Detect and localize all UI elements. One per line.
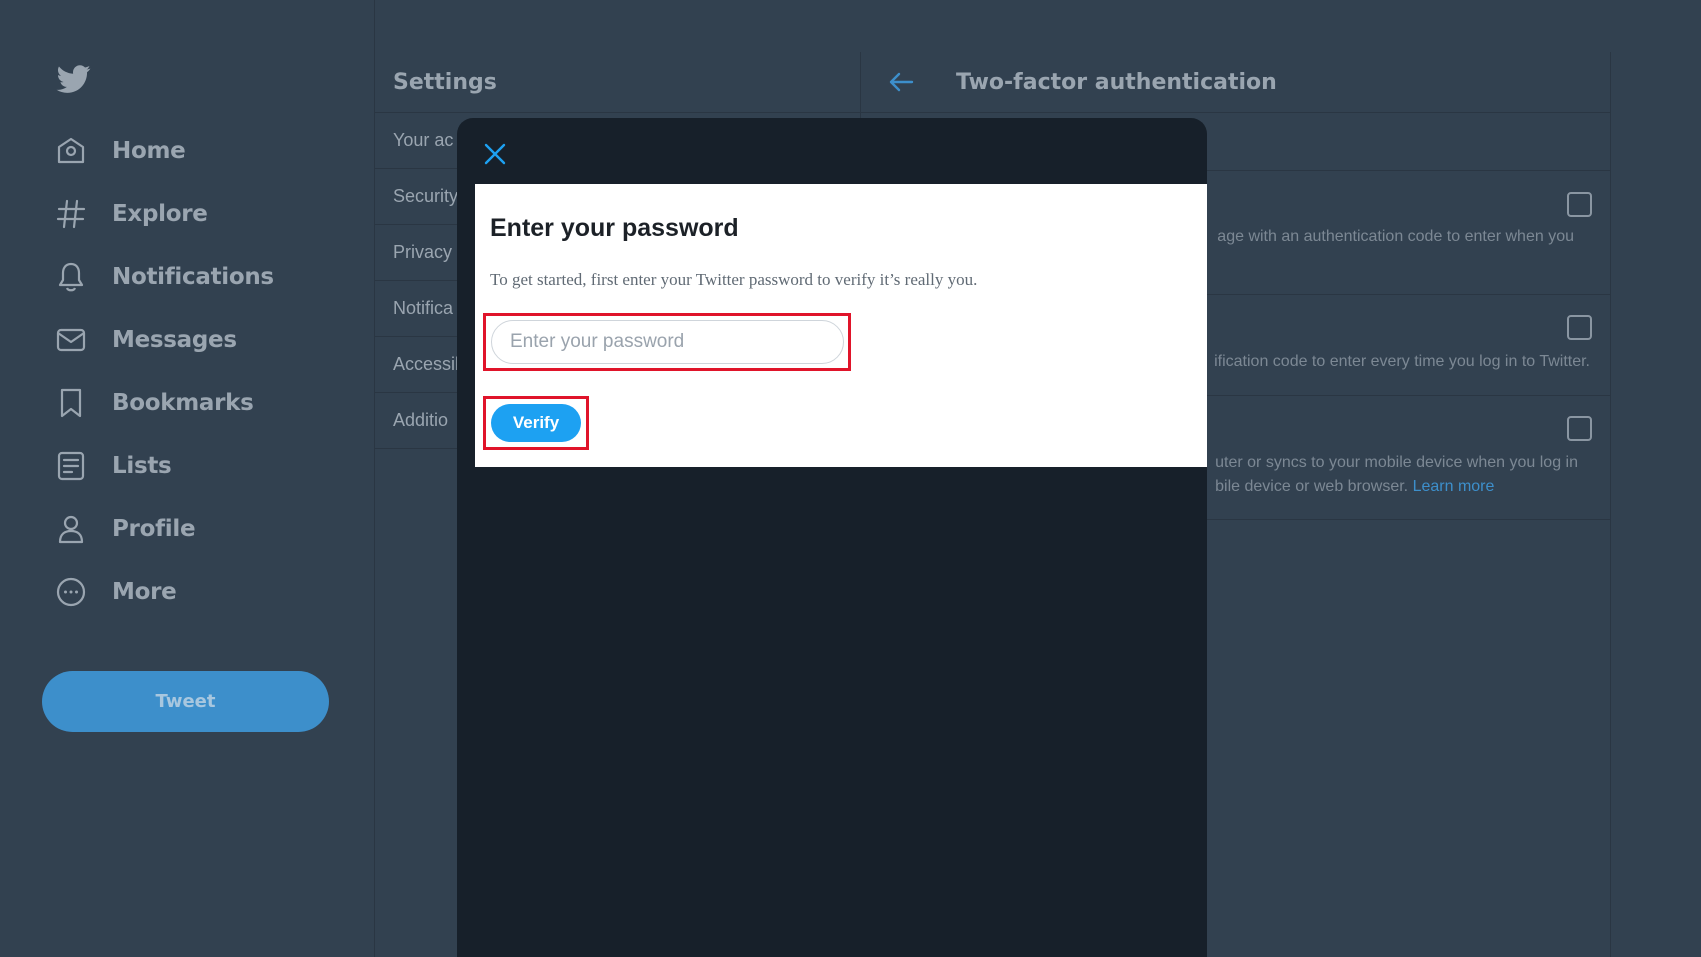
verify-button[interactable]: Verify [491, 404, 581, 442]
settings-header: Settings [375, 52, 860, 113]
option-description: uter or syncs to your mobile device when… [1215, 451, 1578, 499]
nav-item-notifications[interactable]: Notifications [55, 255, 274, 299]
envelope-icon [56, 328, 86, 352]
more-circle-icon [56, 577, 86, 607]
person-icon [58, 515, 84, 544]
nav-item-label: Messages [112, 327, 237, 353]
hashtag-icon [56, 199, 86, 229]
nav-item-explore[interactable]: Explore [55, 192, 208, 236]
nav-item-more[interactable]: More [55, 570, 177, 614]
password-dialog: Enter your password To get started, firs… [475, 184, 1207, 467]
tweet-button[interactable]: Tweet [42, 671, 329, 732]
nav-item-label: Notifications [112, 264, 274, 290]
main-navigation: Home Explore Notifications Messages Book… [0, 0, 375, 957]
password-input[interactable] [491, 320, 844, 364]
list-icon [57, 451, 85, 481]
nav-item-label: Explore [112, 201, 208, 227]
twitter-bird-logo-icon[interactable] [55, 62, 93, 96]
nav-item-lists[interactable]: Lists [55, 444, 172, 488]
nav-item-home[interactable]: Home [55, 129, 186, 173]
nav-item-label: Home [112, 138, 186, 164]
close-icon[interactable] [481, 140, 509, 168]
two-factor-header: Two-factor authentication [861, 52, 1610, 113]
learn-more-link[interactable]: Learn more [1413, 478, 1495, 495]
home-icon [57, 137, 85, 164]
settings-title: Settings [393, 69, 497, 95]
option-description: ification code to enter every time you l… [1214, 353, 1590, 370]
back-arrow-icon[interactable] [888, 71, 914, 93]
nav-item-label: More [112, 579, 177, 605]
nav-item-bookmarks[interactable]: Bookmarks [55, 381, 254, 425]
authentication-app-checkbox[interactable] [1567, 315, 1592, 340]
option-description-line: uter or syncs to your mobile device when… [1215, 454, 1578, 471]
bookmark-icon [60, 388, 82, 418]
option-description: age with an authentication code to enter… [1217, 228, 1574, 245]
dialog-heading: Enter your password [490, 214, 739, 242]
security-key-checkbox[interactable] [1567, 416, 1592, 441]
dialog-description: To get started, first enter your Twitter… [490, 270, 978, 289]
option-description-line: bile device or web browser. [1215, 478, 1409, 495]
nav-item-label: Bookmarks [112, 390, 254, 416]
two-factor-title: Two-factor authentication [956, 69, 1277, 95]
password-modal: Enter your password To get started, firs… [457, 118, 1207, 957]
text-message-checkbox[interactable] [1567, 192, 1592, 217]
nav-item-label: Profile [112, 516, 196, 542]
nav-item-messages[interactable]: Messages [55, 318, 237, 362]
nav-item-label: Lists [112, 453, 172, 479]
nav-item-profile[interactable]: Profile [55, 507, 196, 551]
bell-icon [58, 262, 84, 292]
